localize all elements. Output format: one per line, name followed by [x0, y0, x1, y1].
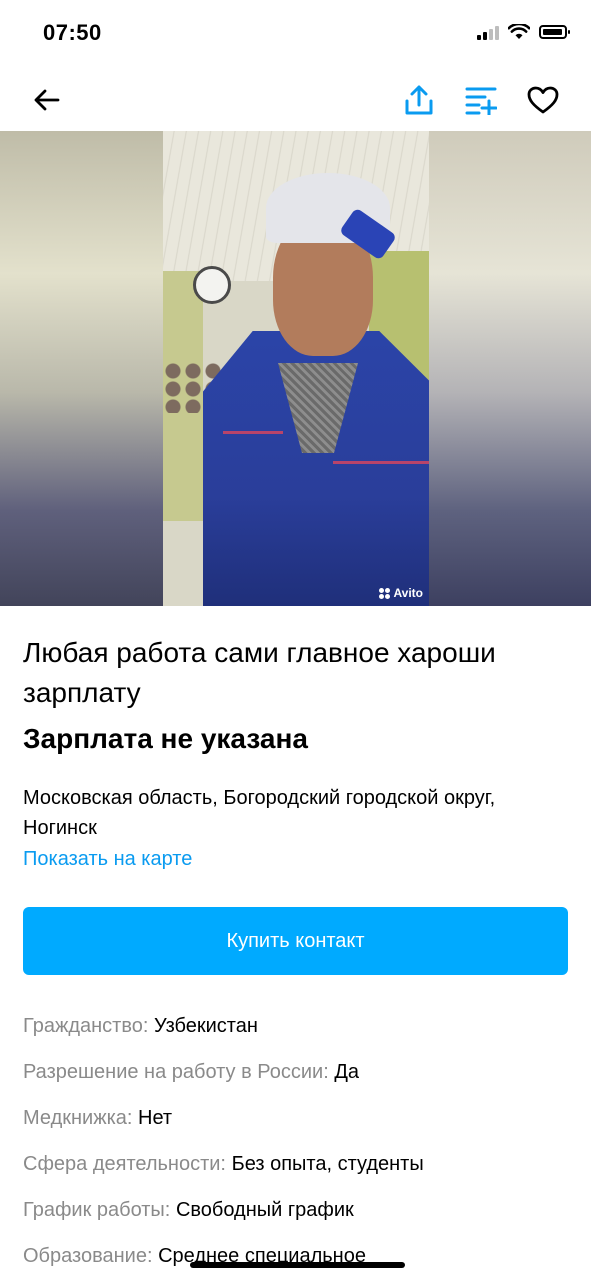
- photo-blur-right: [429, 131, 591, 606]
- param-row: Образование: Среднее специальное: [23, 1238, 583, 1284]
- back-button[interactable]: [28, 82, 64, 118]
- buy-contact-button[interactable]: Купить контакт: [23, 907, 568, 975]
- param-value: Да: [334, 1061, 360, 1083]
- param-row: Медкнижка: Нет: [23, 1100, 583, 1146]
- share-button[interactable]: [401, 82, 437, 118]
- compare-list-icon: [465, 87, 497, 115]
- photo-image: Avito: [163, 131, 429, 606]
- param-key: Сфера деятельности:: [23, 1153, 226, 1175]
- nav-actions: [401, 82, 561, 118]
- param-key: Образование:: [23, 1245, 153, 1267]
- status-icons: [477, 24, 570, 40]
- avito-watermark: Avito: [379, 586, 423, 600]
- battery-icon: [539, 25, 570, 39]
- listing-title: Любая работа сами главное хароши зарплат…: [23, 637, 496, 708]
- param-key: Гражданство:: [23, 1015, 149, 1037]
- heart-icon: [527, 86, 559, 114]
- param-value: Нет: [138, 1107, 173, 1129]
- listing-photo[interactable]: Avito: [0, 131, 591, 606]
- listing-address: Московская область, Богородский городско…: [23, 787, 496, 839]
- arrow-left-icon: [34, 89, 60, 111]
- param-key: График работы:: [23, 1199, 171, 1221]
- status-bar: 07:50: [0, 0, 591, 70]
- listing-params: Гражданство: Узбекистан Разрешение на ра…: [23, 1008, 583, 1284]
- param-key: Разрешение на работу в России:: [23, 1061, 329, 1083]
- share-icon: [405, 85, 433, 115]
- param-row: Разрешение на работу в России: Да: [23, 1054, 583, 1100]
- param-value: Узбекистан: [153, 1015, 258, 1037]
- listing-salary: Зарплата не указана: [23, 723, 308, 754]
- compare-button[interactable]: [463, 82, 499, 118]
- wifi-icon: [508, 24, 530, 39]
- home-indicator[interactable]: [190, 1262, 405, 1268]
- status-time: 07:50: [43, 20, 102, 45]
- photo-blur-left: [0, 131, 163, 606]
- param-row: График работы: Свободный график: [23, 1192, 583, 1238]
- param-value: Без опыта, студенты: [231, 1153, 424, 1175]
- favorite-button[interactable]: [525, 82, 561, 118]
- nav-bar: [0, 70, 591, 130]
- watermark-text: Avito: [393, 586, 423, 600]
- show-on-map-link[interactable]: Показать на карте: [23, 845, 192, 873]
- param-value: Свободный график: [175, 1199, 354, 1221]
- param-row: Сфера деятельности: Без опыта, студенты: [23, 1146, 583, 1192]
- cellular-signal-icon: [477, 24, 499, 40]
- param-key: Медкнижка:: [23, 1107, 133, 1129]
- param-row: Гражданство: Узбекистан: [23, 1008, 583, 1054]
- wall-clock: [193, 266, 231, 304]
- avito-logo-icon: [379, 587, 391, 599]
